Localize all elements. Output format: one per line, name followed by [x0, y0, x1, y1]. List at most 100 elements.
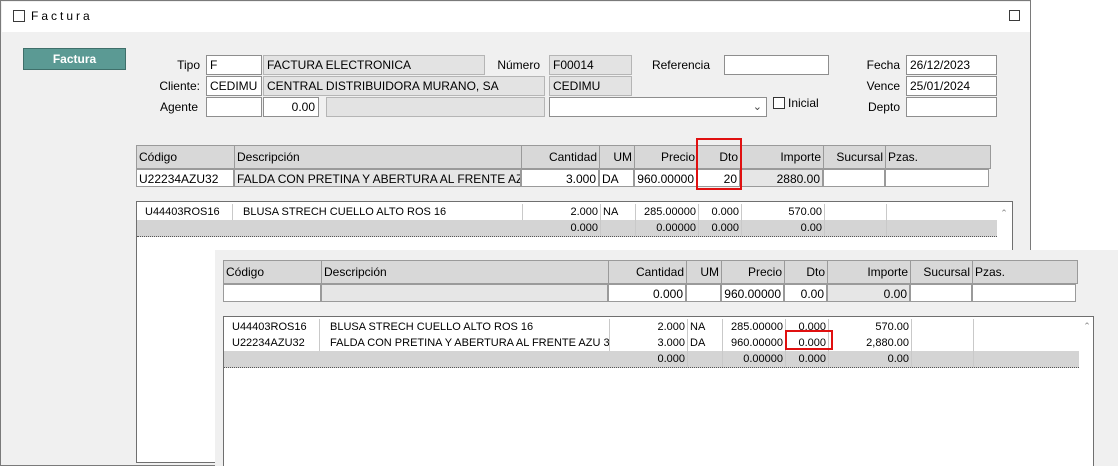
- cell-um: NA: [601, 204, 636, 220]
- total-cantidad: 0.000: [523, 220, 601, 236]
- total-sucursal: [912, 351, 974, 367]
- col-sucursal: Sucursal: [824, 146, 886, 168]
- col-um: UM: [687, 261, 722, 283]
- overlay-panel: Código Descripción Cantidad UM Precio Dt…: [215, 250, 1118, 466]
- col-sucursal: Sucursal: [911, 261, 973, 283]
- fecha-field[interactable]: 26/12/2023: [906, 55, 997, 75]
- col-cantidad: Cantidad: [609, 261, 687, 283]
- col-um: UM: [600, 146, 635, 168]
- vence-label: Vence: [866, 79, 900, 93]
- cell-sucursal: [825, 204, 887, 220]
- tipo-code-field[interactable]: F: [206, 55, 262, 75]
- col-codigo: Código: [137, 146, 235, 168]
- total-importe: 0.00: [742, 220, 825, 236]
- entry-dto-input[interactable]: 20: [697, 169, 740, 187]
- cell-codigo: U44403ROS16: [143, 204, 233, 220]
- cell-importe: 570.00: [742, 204, 825, 220]
- vence-field[interactable]: 25/01/2024: [906, 76, 997, 96]
- fecha-label: Fecha: [866, 58, 900, 72]
- cell-dto: 0.000: [786, 335, 829, 351]
- entry-cantidad-input[interactable]: 3.000: [521, 169, 599, 187]
- entry-header-2: Código Descripción Cantidad UM Precio Dt…: [223, 260, 1078, 284]
- detail-grid-2[interactable]: U44403ROS16 BLUSA STRECH CUELLO ALTO ROS…: [223, 316, 1094, 466]
- total-importe: 0.00: [829, 351, 912, 367]
- cell-importe: 570.00: [829, 319, 912, 335]
- cell-cantidad: 2.000: [523, 204, 601, 220]
- depto-label: Depto: [867, 100, 900, 114]
- agente-amount-field[interactable]: 0.00: [263, 97, 319, 117]
- depto-field[interactable]: [906, 97, 997, 117]
- total-um: [601, 220, 636, 236]
- entry-codigo-input[interactable]: [223, 284, 321, 302]
- factura-button[interactable]: Factura: [23, 48, 126, 70]
- tipo-label: Tipo: [177, 58, 200, 72]
- cell-sucursal: [912, 319, 974, 335]
- window-icon: [13, 10, 25, 22]
- entry-cantidad-input[interactable]: 0.000: [608, 284, 686, 302]
- cell-precio: 285.00000: [636, 204, 699, 220]
- cliente-code2-field: CEDIMU: [549, 76, 632, 96]
- scroll-up-icon[interactable]: ⌃: [1082, 321, 1092, 331]
- agente-code-field[interactable]: [206, 97, 262, 117]
- entry-pzas-input[interactable]: [885, 169, 989, 187]
- cell-precio: 960.00000: [723, 335, 786, 351]
- total-dto: 0.000: [699, 220, 742, 236]
- referencia-field[interactable]: [724, 55, 829, 75]
- col-importe: Importe: [741, 146, 824, 168]
- entry-precio-input[interactable]: 960.00000: [721, 284, 784, 302]
- entry-um[interactable]: DA: [599, 169, 634, 187]
- total-dto: 0.000: [786, 351, 829, 367]
- numero-label: Número: [497, 58, 540, 72]
- col-descripcion: Descripción: [322, 261, 609, 283]
- table-row[interactable]: U44403ROS16 BLUSA STRECH CUELLO ALTO ROS…: [137, 204, 997, 220]
- col-cantidad: Cantidad: [522, 146, 600, 168]
- referencia-label: Referencia: [651, 58, 710, 72]
- cell-precio: 285.00000: [723, 319, 786, 335]
- entry-importe: 0.00: [827, 284, 910, 302]
- entry-codigo-input[interactable]: U22234AZU32: [136, 169, 234, 187]
- sucursal-dropdown[interactable]: ⌄: [549, 97, 767, 117]
- totals-row: 0.000 0.00000 0.000 0.00: [224, 351, 1079, 368]
- entry-descripcion: FALDA CON PRETINA Y ABERTURA AL FRENTE A…: [234, 169, 521, 187]
- col-precio: Precio: [722, 261, 785, 283]
- col-pzas: Pzas.: [975, 265, 1006, 279]
- entry-header: Código Descripción Cantidad UM Precio Dt…: [136, 145, 991, 169]
- entry-sucursal-input[interactable]: [823, 169, 885, 187]
- cell-cantidad: 2.000: [610, 319, 688, 335]
- cell-importe: 2,880.00: [829, 335, 912, 351]
- cell-um: NA: [688, 319, 723, 335]
- entry-row-2: 0.000 960.00000 0.00 0.00: [223, 284, 1078, 302]
- entry-precio-input[interactable]: 960.00000: [634, 169, 697, 187]
- col-importe: Importe: [828, 261, 911, 283]
- totals-row: 0.000 0.00000 0.000 0.00: [137, 220, 997, 237]
- col-precio: Precio: [635, 146, 698, 168]
- cell-dto: 0.000: [786, 319, 829, 335]
- entry-dto-input[interactable]: 0.00: [784, 284, 827, 302]
- window-title: Factura: [31, 9, 93, 23]
- entry-row: U22234AZU32 FALDA CON PRETINA Y ABERTURA…: [136, 169, 991, 187]
- total-precio: 0.00000: [723, 351, 786, 367]
- cell-sucursal: [912, 335, 974, 351]
- scroll-up-icon[interactable]: ⌃: [999, 208, 1009, 218]
- maximize-button[interactable]: [1009, 10, 1020, 21]
- col-pzas: Pzas.: [888, 150, 919, 164]
- entry-importe: 2880.00: [740, 169, 823, 187]
- entry-pzas-input[interactable]: [972, 284, 1076, 302]
- inicial-label: Inicial: [788, 96, 819, 110]
- numero-field: F00014: [549, 55, 632, 75]
- table-row[interactable]: U22234AZU32 FALDA CON PRETINA Y ABERTURA…: [224, 335, 1079, 351]
- cell-codigo: U22234AZU32: [230, 335, 320, 351]
- entry-um[interactable]: [686, 284, 721, 302]
- entry-sucursal-input[interactable]: [910, 284, 972, 302]
- inicial-checkbox[interactable]: [773, 97, 785, 109]
- col-codigo: Código: [224, 261, 322, 283]
- cliente-code-field[interactable]: CEDIMU: [206, 76, 262, 96]
- cell-cantidad: 3.000: [610, 335, 688, 351]
- total-sucursal: [825, 220, 887, 236]
- col-descripcion: Descripción: [235, 146, 522, 168]
- table-row[interactable]: U44403ROS16 BLUSA STRECH CUELLO ALTO ROS…: [224, 319, 1079, 335]
- total-um: [688, 351, 723, 367]
- cliente-label: Cliente:: [159, 79, 200, 93]
- agente-name-field: [326, 97, 545, 117]
- total-precio: 0.00000: [636, 220, 699, 236]
